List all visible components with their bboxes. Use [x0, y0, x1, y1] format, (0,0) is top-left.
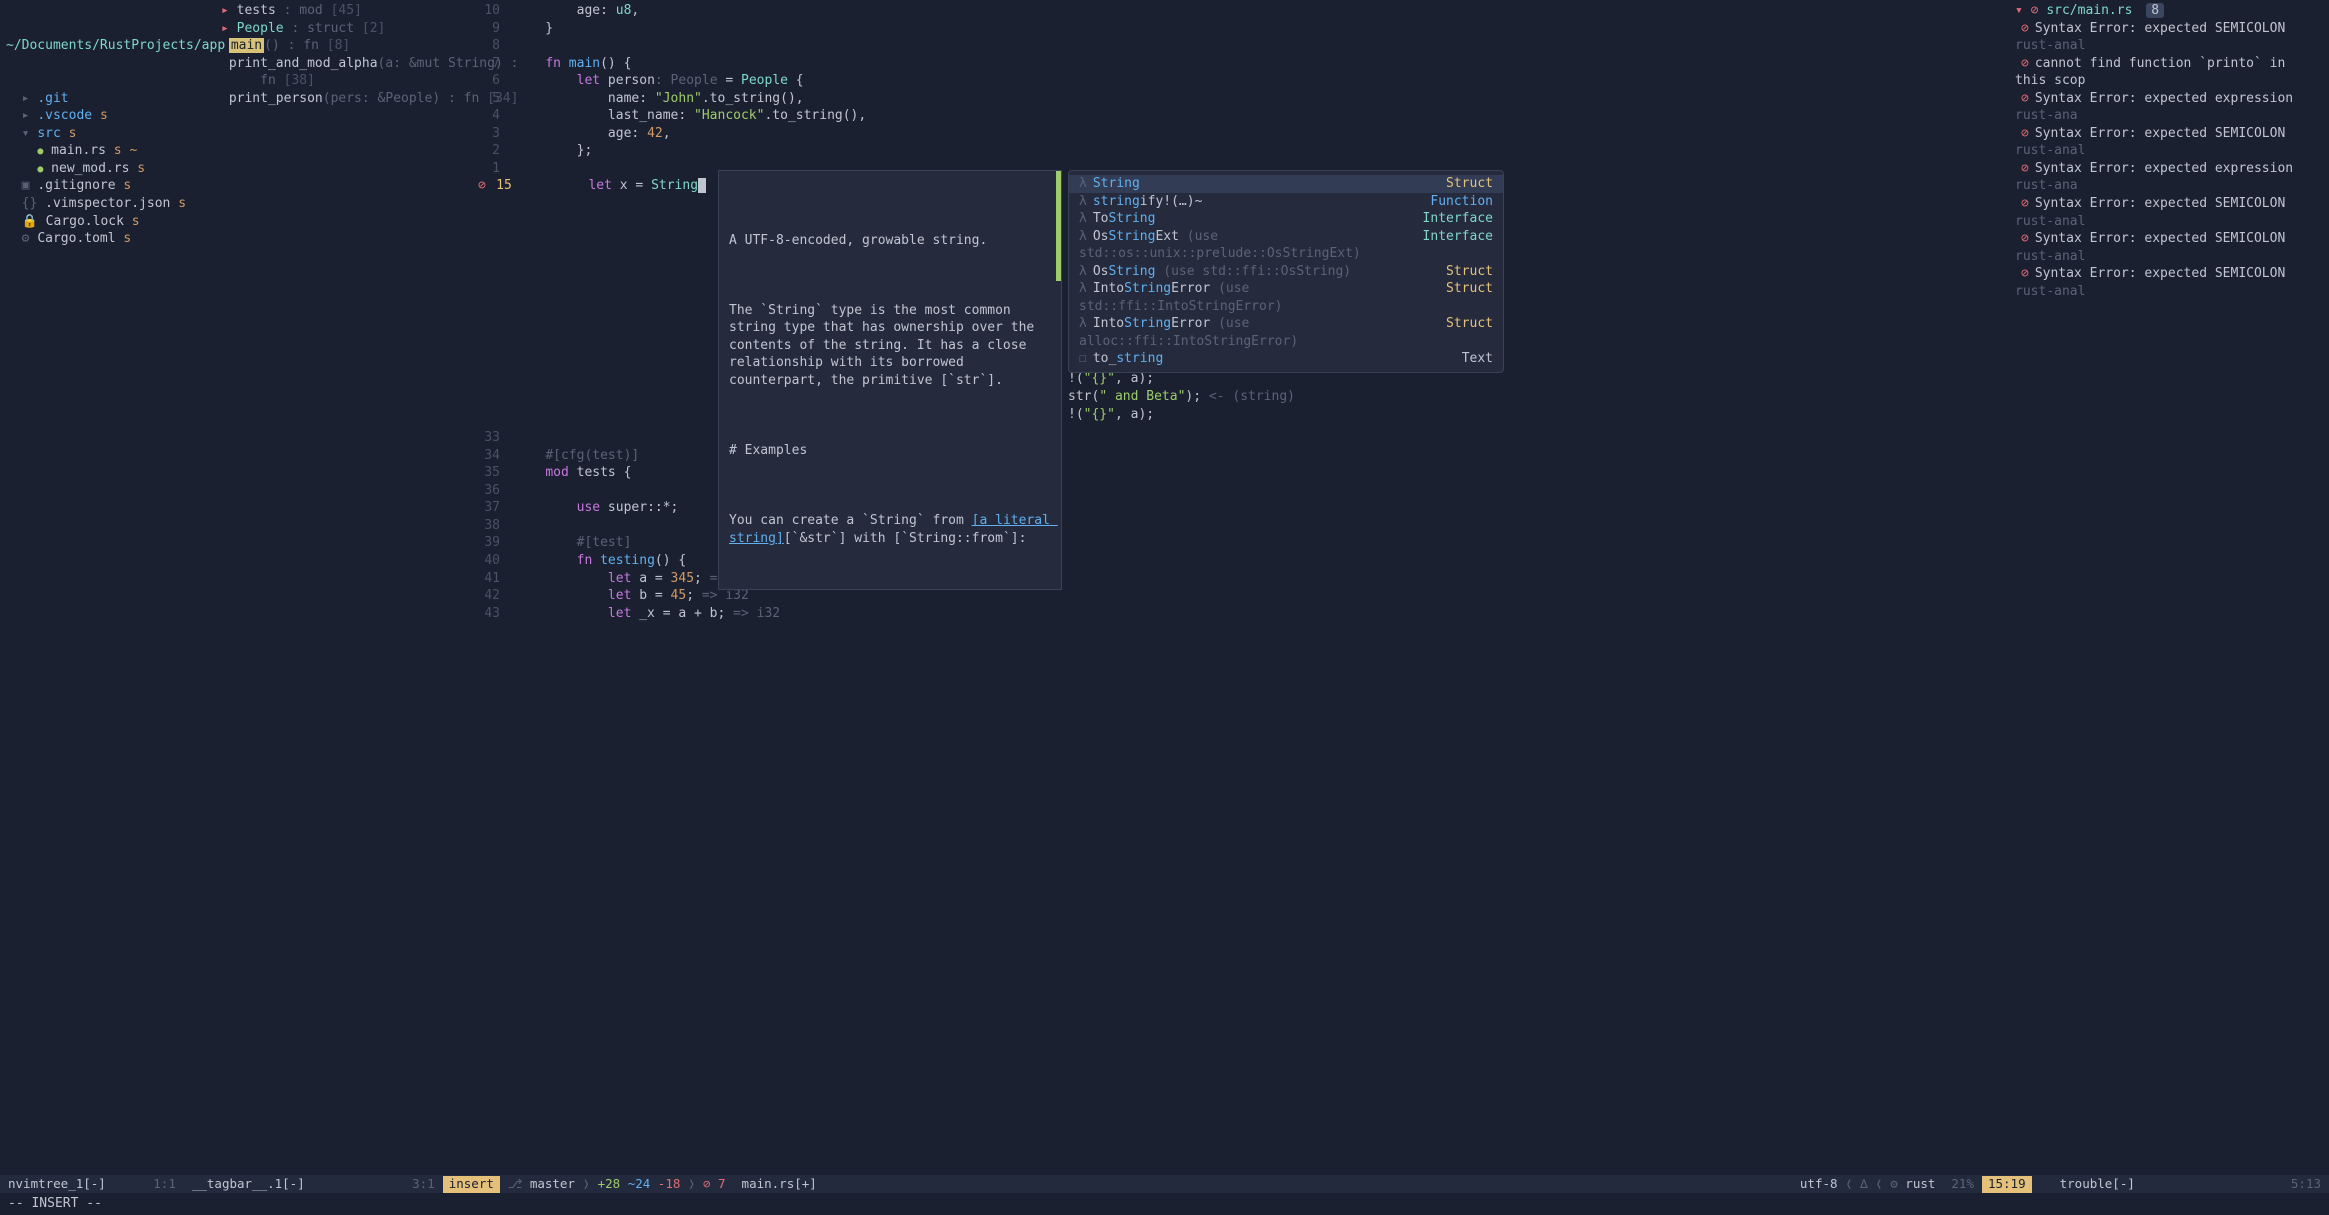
diagnostic-item[interactable]: ⊘Syntax Error: expected SEMICOLON rust-a…: [2015, 20, 2323, 55]
code-line[interactable]: !("{}", a);: [1068, 370, 2009, 388]
status-bar: nvimtree_1[-] 1:1 __tagbar__.1[-] 3:1 in…: [0, 1175, 2329, 1193]
code-line[interactable]: 33: [478, 429, 2009, 447]
scrollbar[interactable]: [1056, 171, 1061, 281]
documentation-popup: A UTF-8-encoded, growable string. The `S…: [718, 170, 1062, 590]
outline-item[interactable]: print_person(pers: &People) : fn [34]: [221, 90, 464, 108]
completion-item[interactable]: λIntoStringError (use alloc::ffi::IntoSt…: [1069, 315, 1503, 350]
completion-item[interactable]: λOsString (use std::ffi::OsString)Struct: [1069, 263, 1503, 281]
code-line[interactable]: str(" and Beta"); <- (string): [1068, 388, 2009, 406]
file-item[interactable]: ⚙ Cargo.toml s: [6, 230, 208, 248]
status-filename: main.rs[+]: [734, 1176, 825, 1193]
code-line[interactable]: 43 let _x = a + b; => i32: [478, 605, 2009, 623]
code-line[interactable]: 10 age: u8,: [478, 2, 2009, 20]
code-line[interactable]: 36: [478, 482, 2009, 500]
code-line[interactable]: 8: [478, 37, 2009, 55]
completion-item[interactable]: λOsStringExt (use std::os::unix::prelude…: [1069, 228, 1503, 263]
mode-indicator: insert: [443, 1176, 500, 1193]
diagnostic-item[interactable]: ⊘Syntax Error: expected expression rust-…: [2015, 160, 2323, 195]
completion-item[interactable]: ☐to_stringText: [1069, 350, 1503, 368]
code-line[interactable]: 34 #[cfg(test)]: [478, 447, 2009, 465]
completion-popup[interactable]: λStringStructλstringify!(…)~FunctionλToS…: [1068, 170, 1504, 373]
completion-item[interactable]: λstringify!(…)~Function: [1069, 193, 1503, 211]
file-item[interactable]: 🔒 Cargo.lock s: [6, 213, 208, 231]
code-line[interactable]: 2 };: [478, 142, 2009, 160]
file-item[interactable]: ● new_mod.rs s: [6, 160, 208, 178]
outline-item[interactable]: ▸ People : struct [2]: [221, 20, 464, 38]
outline-item[interactable]: ▸ tests : mod [45]: [221, 2, 464, 20]
code-line[interactable]: 39 #[test]: [478, 534, 2009, 552]
folder-item[interactable]: ▸ .vscode s: [6, 107, 208, 125]
mode-line: -- INSERT --: [0, 1193, 2329, 1215]
diagnostics-file-header: ▾ ⊘ src/main.rs 8: [2015, 2, 2323, 20]
file-item[interactable]: ▣ .gitignore s: [6, 177, 208, 195]
code-line[interactable]: 41 let a = 345; => i32: [478, 570, 2009, 588]
code-line[interactable]: 5 name: "John".to_string(),: [478, 90, 2009, 108]
code-line[interactable]: 35 mod tests {: [478, 464, 2009, 482]
status-trouble: trouble[-]: [2052, 1176, 2143, 1193]
code-line[interactable]: 7 fn main() {: [478, 55, 2009, 73]
code-line[interactable]: 4 last_name: "Hancock".to_string(),: [478, 107, 2009, 125]
completion-item[interactable]: λToStringInterface: [1069, 210, 1503, 228]
outline-item[interactable]: main() : fn [8]: [221, 37, 464, 55]
diagnostic-item[interactable]: ⊘Syntax Error: expected expression rust-…: [2015, 90, 2323, 125]
status-tagbar: __tagbar__.1[-]: [184, 1176, 313, 1193]
folder-item[interactable]: ▾ src s: [6, 125, 208, 143]
diagnostic-item[interactable]: ⊘cannot find function `printo` in this s…: [2015, 55, 2323, 90]
status-nvimtree: nvimtree_1[-]: [0, 1176, 114, 1193]
outline-item[interactable]: fn [38]: [221, 72, 464, 90]
diagnostic-item[interactable]: ⊘Syntax Error: expected SEMICOLON rust-a…: [2015, 265, 2323, 300]
file-tree[interactable]: ~/Documents/RustProjects/app ▸ ▸ .git ▸ …: [0, 0, 215, 1175]
folder-item[interactable]: ▸ .git: [6, 90, 208, 108]
code-line[interactable]: 37 use super::*;: [478, 499, 2009, 517]
code-line[interactable]: 6 let person: People = People {: [478, 72, 2009, 90]
code-line[interactable]: 42 let b = 45; => i32: [478, 587, 2009, 605]
diagnostic-item[interactable]: ⊘Syntax Error: expected SEMICOLON rust-a…: [2015, 230, 2323, 265]
file-tree-root: ~/Documents/RustProjects/app ▸: [6, 37, 208, 55]
completion-item[interactable]: λStringStruct: [1069, 175, 1503, 193]
diagnostics-panel[interactable]: ▾ ⊘ src/main.rs 8 ⊘Syntax Error: expecte…: [2009, 0, 2329, 1175]
file-item[interactable]: {} .vimspector.json s: [6, 195, 208, 213]
code-line[interactable]: 3 age: 42,: [478, 125, 2009, 143]
code-line[interactable]: 9 }: [478, 20, 2009, 38]
outline-item[interactable]: print_and_mod_alpha(a: &mut String) :: [221, 55, 464, 73]
code-line[interactable]: !("{}", a);: [1068, 406, 2009, 424]
code-line[interactable]: 38: [478, 517, 2009, 535]
file-item[interactable]: ● main.rs s ~: [6, 142, 208, 160]
code-editor[interactable]: 10 age: u8,9 }87 fn main() {6 let person…: [470, 0, 2009, 1175]
diagnostic-item[interactable]: ⊘Syntax Error: expected SEMICOLON rust-a…: [2015, 125, 2323, 160]
code-line[interactable]: 40 fn testing() {: [478, 552, 2009, 570]
tagbar[interactable]: ▸ tests : mod [45]▸ People : struct [2] …: [215, 0, 470, 1175]
completion-item[interactable]: λIntoStringError (use std::ffi::IntoStri…: [1069, 280, 1503, 315]
cursor-position: 15:19: [1982, 1176, 2032, 1193]
diagnostic-item[interactable]: ⊘Syntax Error: expected SEMICOLON rust-a…: [2015, 195, 2323, 230]
